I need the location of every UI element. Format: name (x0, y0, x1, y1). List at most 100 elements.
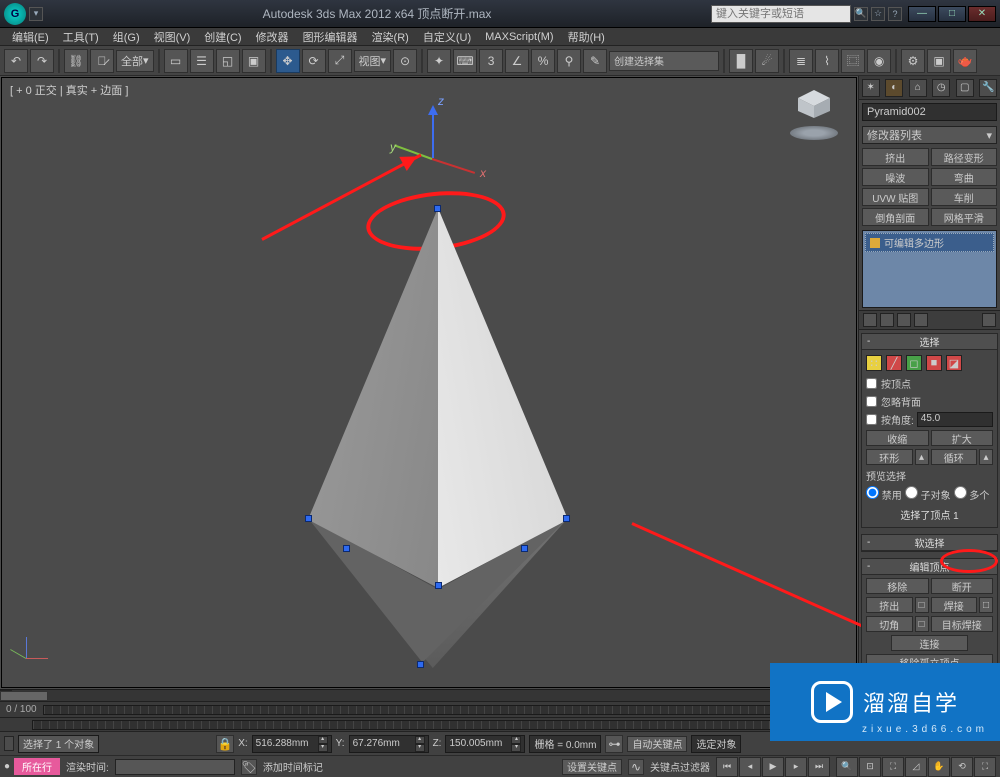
subobj-polygon-icon[interactable]: ■ (926, 355, 942, 371)
remove-modifier-icon[interactable] (914, 313, 928, 327)
modifier-stack[interactable]: 可编辑多边形 (862, 230, 997, 308)
viewcube[interactable] (786, 90, 842, 140)
tab-utilities-icon[interactable]: 🔧 (979, 79, 997, 97)
percent-snap-icon[interactable]: % (531, 49, 555, 73)
preview-multi-radio[interactable]: 多个 (954, 486, 990, 502)
viewport-hscroll[interactable]: ◂ ▸ (0, 689, 858, 701)
schematic-view-icon[interactable]: ⿴ (841, 49, 865, 73)
coord-z-field[interactable]: ▴▾ (445, 735, 525, 753)
hscroll-thumb[interactable] (0, 691, 48, 701)
unlink-icon[interactable]: ⛓̷ (90, 49, 114, 73)
rollout-edit-vertices-header[interactable]: 编辑顶点 (862, 559, 997, 575)
select-rotate-icon[interactable]: ⟳ (302, 49, 326, 73)
pivot-icon[interactable]: ⊙ (393, 49, 417, 73)
material-editor-icon[interactable]: ◉ (867, 49, 891, 73)
target-weld-button[interactable]: 目标焊接 (931, 616, 994, 632)
modifier-list-dropdown[interactable]: 修改器列表▾ (862, 126, 997, 144)
loop-button[interactable]: 循环 (931, 449, 978, 465)
menu-modifiers[interactable]: 修改器 (250, 29, 295, 45)
render-icon[interactable]: 🫖 (953, 49, 977, 73)
help-search-input[interactable] (711, 5, 851, 23)
menu-grapheditors[interactable]: 图形编辑器 (297, 29, 364, 45)
key-mode-icon[interactable]: ⊶ (605, 735, 623, 753)
subobj-vertex-icon[interactable]: ∷ (866, 355, 882, 371)
chamfer-settings-icon[interactable]: □ (915, 616, 929, 632)
edged-faces-icon[interactable]: ✎ (583, 49, 607, 73)
undo-icon[interactable]: ↶ (4, 49, 28, 73)
rollout-selection-header[interactable]: 选择 (862, 334, 997, 350)
rendered-frame-icon[interactable]: ▣ (927, 49, 951, 73)
shrink-button[interactable]: 收缩 (866, 430, 929, 446)
refcoord-dropdown[interactable]: 视图 ▾ (354, 50, 392, 72)
trackbar[interactable]: 100 (0, 717, 858, 731)
select-icon[interactable]: ▭ (164, 49, 188, 73)
object-name-field[interactable]: Pyramid002 (862, 103, 997, 121)
minimize-button[interactable]: — (908, 6, 936, 22)
select-scale-icon[interactable]: ⤢ (328, 49, 352, 73)
ignore-backfacing-checkbox[interactable]: 忽略背面 (866, 394, 993, 409)
tab-motion-icon[interactable]: ◷ (932, 79, 950, 97)
lock-selection-icon[interactable]: 🔒 (216, 735, 234, 753)
rollout-soft-selection-header[interactable]: 软选择 (862, 535, 997, 551)
viewport-label[interactable]: [ + 0 正交 | 真实 + 边面 ] (10, 82, 128, 98)
menu-views[interactable]: 视图(V) (148, 29, 197, 45)
search-go-icon[interactable]: 🔍 (854, 7, 868, 21)
menu-rendering[interactable]: 渲染(R) (366, 29, 415, 45)
mod-noise-button[interactable]: 噪波 (862, 168, 929, 186)
subobj-border-icon[interactable]: ◻ (906, 355, 922, 371)
angle-snap-icon[interactable]: ∠ (505, 49, 529, 73)
maximize-button[interactable]: □ (938, 6, 966, 22)
subobj-element-icon[interactable]: ◪ (946, 355, 962, 371)
connect-button[interactable]: 连接 (891, 635, 967, 651)
ring-button[interactable]: 环形 (866, 449, 913, 465)
menu-tools[interactable]: 工具(T) (57, 29, 105, 45)
select-move-icon[interactable]: ✥ (276, 49, 300, 73)
selection-filter-dropdown[interactable]: 全部 ▾ (116, 50, 154, 72)
link-icon[interactable]: ⛓ (64, 49, 88, 73)
ring-spin-icon[interactable]: ▴ (915, 449, 929, 465)
mod-uvwmap-button[interactable]: UVW 贴图 (862, 188, 929, 206)
loop-spin-icon[interactable]: ▴ (979, 449, 993, 465)
coord-y-field[interactable]: ▴▾ (349, 735, 429, 753)
chamfer-button[interactable]: 切角 (866, 616, 913, 632)
extrude-settings-icon[interactable]: □ (915, 597, 929, 613)
time-slider[interactable]: 0 / 100 (0, 701, 858, 717)
mod-bevelprofile-button[interactable]: 倒角剖面 (862, 208, 929, 226)
stack-item-editable-poly[interactable]: 可编辑多边形 (865, 233, 994, 252)
by-angle-spinner[interactable]: 45.0 (917, 412, 993, 427)
layers-icon[interactable]: ≣ (789, 49, 813, 73)
grow-button[interactable]: 扩大 (931, 430, 994, 446)
pin-stack-icon[interactable] (863, 313, 877, 327)
break-button[interactable]: 断开 (931, 578, 994, 594)
weld-button[interactable]: 焊接 (931, 597, 978, 613)
maxscript-mini-listener[interactable] (4, 736, 14, 751)
tab-hierarchy-icon[interactable]: ⌂ (909, 79, 927, 97)
app-icon[interactable]: G (4, 3, 26, 25)
extrude-vertex-button[interactable]: 挤出 (866, 597, 913, 613)
keyboard-shortcut-icon[interactable]: ⌨ (453, 49, 477, 73)
timeline-track[interactable] (43, 705, 852, 715)
by-angle-checkbox[interactable]: 按角度: (866, 412, 914, 427)
tab-display-icon[interactable]: ▢ (956, 79, 974, 97)
manipulate-icon[interactable]: ✦ (427, 49, 451, 73)
pyramid-mesh[interactable] (298, 208, 578, 688)
menu-customize[interactable]: 自定义(U) (417, 29, 477, 45)
preview-off-radio[interactable]: 禁用 (866, 486, 902, 502)
window-crossing-icon[interactable]: ▣ (242, 49, 266, 73)
tab-create-icon[interactable]: ✶ (862, 79, 880, 97)
by-vertex-checkbox[interactable]: 按顶点 (866, 376, 993, 391)
weld-settings-icon[interactable]: □ (979, 597, 993, 613)
perspective-viewport[interactable]: [ + 0 正交 | 真实 + 边面 ] z y x (1, 77, 857, 688)
tab-modify-icon[interactable]: ◐ (885, 79, 903, 97)
mod-lathe-button[interactable]: 车削 (931, 188, 998, 206)
menu-help[interactable]: 帮助(H) (562, 29, 611, 45)
coord-x-field[interactable]: ▴▾ (252, 735, 332, 753)
spinner-snap-icon[interactable]: ⚲ (557, 49, 581, 73)
mod-pathdeform-button[interactable]: 路径变形 (931, 148, 998, 166)
show-end-result-icon[interactable] (880, 313, 894, 327)
stack-pin-icon[interactable] (870, 238, 880, 248)
mod-meshsmooth-button[interactable]: 网格平滑 (931, 208, 998, 226)
mod-bend-button[interactable]: 弯曲 (931, 168, 998, 186)
curve-editor-icon[interactable]: ⌇ (815, 49, 839, 73)
menu-create[interactable]: 创建(C) (198, 29, 247, 45)
